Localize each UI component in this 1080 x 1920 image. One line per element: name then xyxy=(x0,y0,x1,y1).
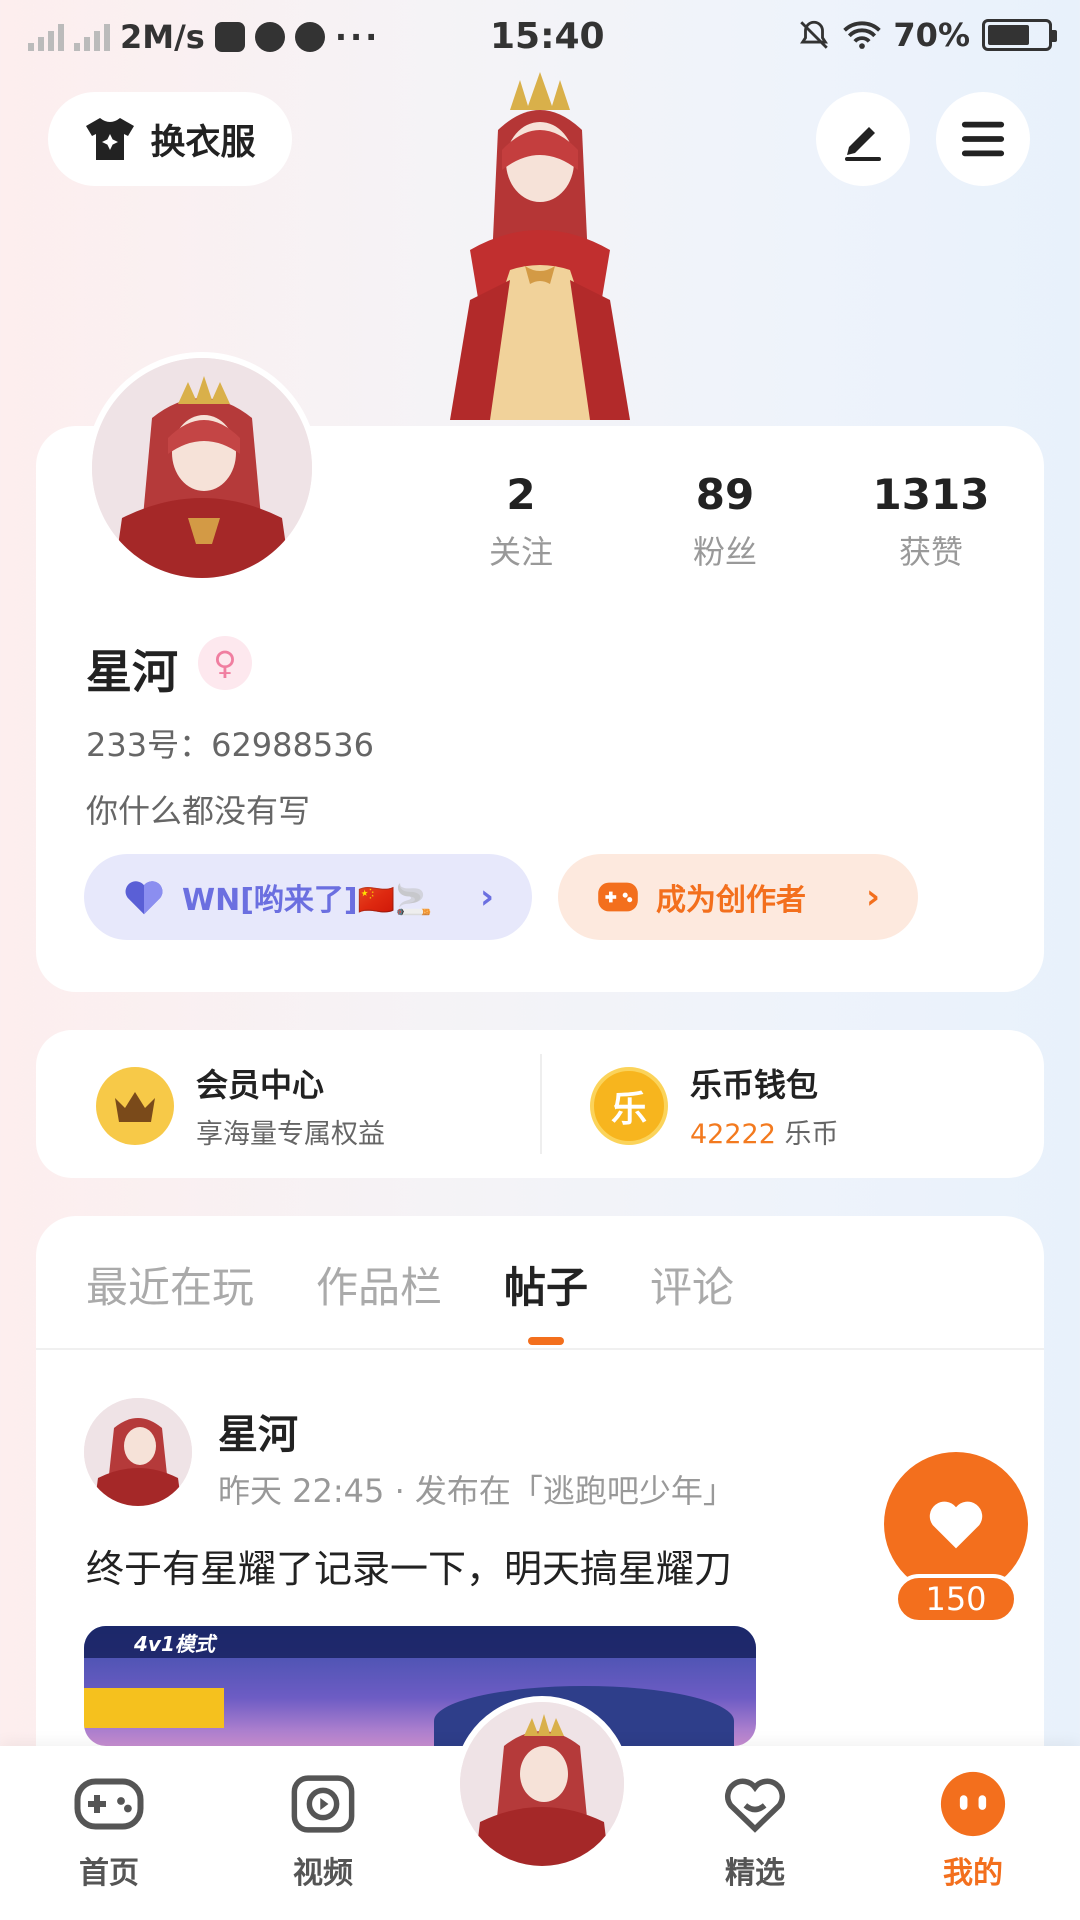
like-count: 150 xyxy=(894,1574,1018,1624)
coin-icon-glyph: 乐 xyxy=(610,1088,647,1130)
status-bar: 2M/s ··· 15:40 70% xyxy=(0,0,1080,76)
tab-works[interactable]: 作品栏 xyxy=(316,1254,442,1315)
coin-title: 乐币钱包 xyxy=(690,1066,819,1104)
post-text[interactable]: 终于有星耀了记录一下，明天搞星耀刀 xyxy=(86,1538,732,1593)
chevron-right-icon: › xyxy=(479,877,494,917)
vip-subtitle: 享海量专属权益 xyxy=(196,1119,385,1150)
tab-posts[interactable]: 帖子 xyxy=(504,1254,588,1315)
avatar[interactable] xyxy=(86,352,318,584)
nav-home-label: 首页 xyxy=(79,1856,139,1891)
clock: 15:40 xyxy=(490,16,605,57)
battery-icon xyxy=(982,19,1057,51)
vip-center-entry[interactable]: 会员中心 享海量专属权益 xyxy=(96,1060,385,1151)
post-image[interactable]: 4v1模式 xyxy=(84,1626,756,1746)
heart-icon xyxy=(125,881,163,915)
change-clothes-label: 换衣服 xyxy=(150,122,256,163)
wifi-icon xyxy=(843,21,882,49)
guild-button[interactable]: WN[哟来了]🇨🇳🚬 › xyxy=(84,854,532,940)
coin-unit: 乐币 xyxy=(784,1119,839,1150)
gamepad-icon xyxy=(71,1766,147,1842)
hamburger-icon xyxy=(961,121,1005,157)
menu-button[interactable] xyxy=(936,92,1030,186)
signal-icon-2 xyxy=(74,23,110,51)
stat-value: 89 xyxy=(695,470,755,519)
notification-app-icon xyxy=(214,22,245,52)
gamepad-icon xyxy=(598,882,638,912)
edit-profile-button[interactable] xyxy=(816,92,910,186)
user-id: 233号：62988536 xyxy=(86,726,374,764)
pen-icon xyxy=(845,127,881,161)
coin-amount: 42222 xyxy=(690,1119,776,1150)
heart-outline-icon xyxy=(717,1766,793,1842)
play-notification-icon xyxy=(254,22,285,52)
avatar-character-figure[interactable] xyxy=(410,70,670,430)
heart-icon xyxy=(929,1501,983,1549)
username: 星河 xyxy=(86,645,178,699)
coin-wallet-entry[interactable]: 乐 乐币钱包 42222 乐币 xyxy=(590,1060,839,1151)
guild-label: WN[哟来了]🇨🇳🚬 xyxy=(182,883,433,918)
nav-featured[interactable]: 精选 xyxy=(690,1766,820,1892)
become-creator-button[interactable]: 成为创作者 › xyxy=(558,854,918,940)
stat-value: 2 xyxy=(506,470,536,519)
battery-percent: 70% xyxy=(893,16,970,54)
video-play-icon xyxy=(285,1766,361,1842)
more-notifications-icon: ··· xyxy=(334,18,381,56)
palette-notification-icon xyxy=(294,22,325,52)
stat-value: 1313 xyxy=(872,470,990,519)
image-gold-banner xyxy=(84,1688,224,1728)
nav-mine[interactable]: 我的 xyxy=(908,1766,1038,1892)
nav-home[interactable]: 首页 xyxy=(44,1766,174,1892)
stat-label: 关注 xyxy=(488,533,553,571)
network-speed: 2M/s xyxy=(120,18,205,56)
post-meta: 昨天 22:45 · 发布在「逃跑吧少年」 xyxy=(218,1472,735,1510)
post-author-avatar[interactable] xyxy=(84,1398,192,1506)
tab-divider xyxy=(36,1348,1044,1350)
avatar-portrait xyxy=(460,1702,624,1866)
female-gender-icon: ♀ xyxy=(198,636,252,690)
nav-center-avatar[interactable] xyxy=(454,1696,630,1872)
nav-video[interactable]: 视频 xyxy=(258,1766,388,1892)
creator-label: 成为创作者 xyxy=(656,883,806,918)
post-author-name[interactable]: 星河 xyxy=(218,1402,298,1460)
change-clothes-button[interactable]: 换衣服 xyxy=(48,92,292,186)
nav-featured-label: 精选 xyxy=(725,1856,785,1891)
nav-video-label: 视频 xyxy=(293,1856,353,1891)
crown-icon xyxy=(96,1066,174,1145)
shirt-icon xyxy=(86,118,135,160)
nav-mine-label: 我的 xyxy=(943,1856,1003,1891)
avatar-portrait xyxy=(92,358,312,578)
divider xyxy=(540,1054,542,1154)
coin-icon: 乐 xyxy=(590,1066,668,1145)
stat-following[interactable]: 2 关注 xyxy=(436,470,606,573)
vip-title: 会员中心 xyxy=(196,1066,325,1104)
stat-followers[interactable]: 89 粉丝 xyxy=(640,470,810,573)
profile-tabs: 最近在玩 作品栏 帖子 评论 xyxy=(86,1254,734,1315)
image-mode-label: 4v1模式 xyxy=(134,1632,215,1656)
chevron-right-icon: › xyxy=(865,877,880,917)
signal-icon xyxy=(28,23,64,51)
tab-comments[interactable]: 评论 xyxy=(650,1254,734,1315)
bio: 你什么都没有写 xyxy=(86,792,311,830)
stat-label: 获赞 xyxy=(898,533,963,571)
stat-label: 粉丝 xyxy=(692,533,757,571)
tab-recent-played[interactable]: 最近在玩 xyxy=(86,1254,254,1315)
face-icon xyxy=(935,1766,1011,1842)
stat-likes[interactable]: 1313 获赞 xyxy=(846,470,1016,573)
mute-icon xyxy=(800,20,829,49)
